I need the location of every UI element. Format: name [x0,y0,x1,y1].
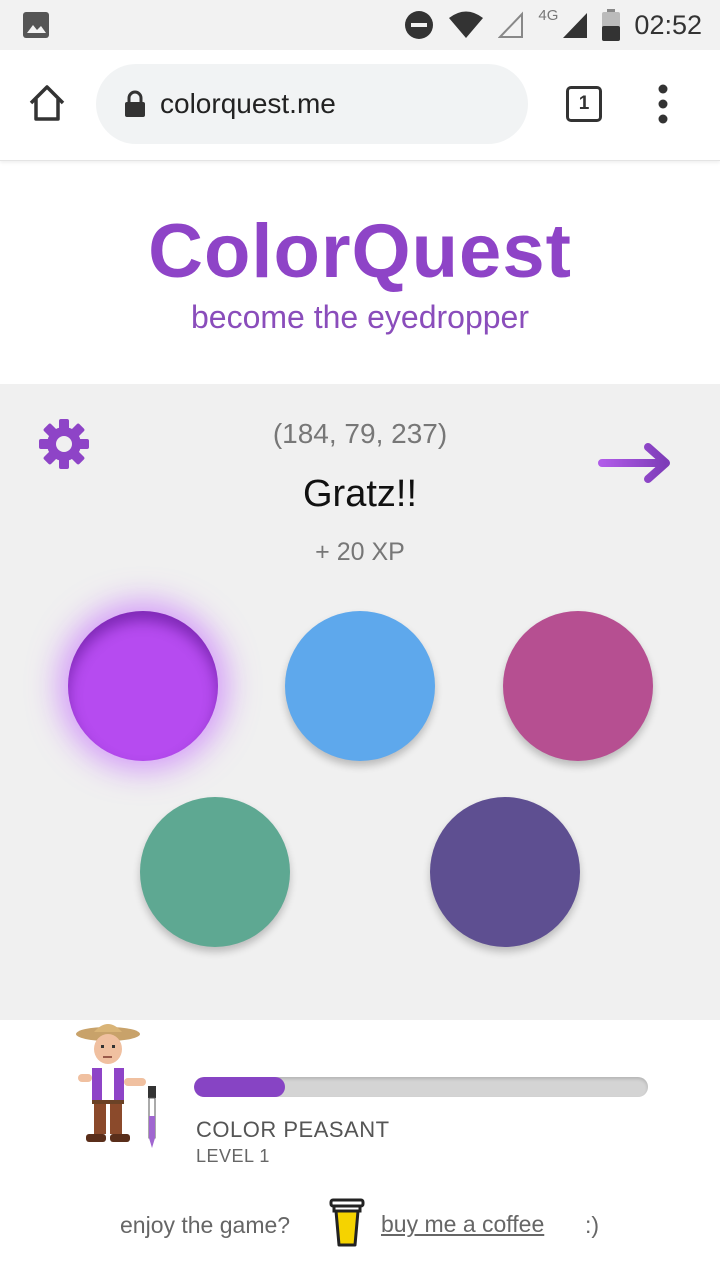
footer-smile: :) [585,1212,600,1238]
player-avatar [76,1024,156,1148]
color-option-5[interactable] [430,797,580,947]
color-option-3[interactable] [503,611,653,761]
clock: 02:52 [634,9,702,40]
xp-progress-fill [194,1077,285,1097]
game-panel: (184, 79, 237) Gratz!! + 20 XP [0,384,720,1020]
page-subtitle: become the eyedropper [191,299,529,335]
lock-icon [125,90,145,117]
address-bar[interactable]: colorquest.me [96,64,528,144]
kebab-menu-icon[interactable] [654,84,672,124]
xp-gain: + 20 XP [315,538,405,566]
player-rank: COLOR PEASANT [196,1117,390,1142]
coffee-cup-icon[interactable] [328,1196,366,1248]
footer: enjoy the game? buy me a coffee :) [0,1196,720,1252]
player-level: LEVEL 1 [196,1146,270,1166]
wifi-icon [449,11,484,38]
home-icon[interactable] [26,82,68,124]
browser-toolbar: colorquest.me 1 [0,50,720,161]
signal-icon [563,13,588,38]
buy-me-a-coffee-link[interactable]: buy me a coffee [381,1211,544,1238]
footer-text: enjoy the game? [120,1212,291,1238]
url-text: colorquest.me [160,88,336,119]
xp-progress-bar [194,1077,648,1097]
tab-switcher-button[interactable]: 1 [566,86,602,122]
dnd-icon [405,11,434,39]
page-title: ColorQuest [148,209,572,294]
color-option-1[interactable] [68,611,218,761]
status-bar: 4G 02:52 [0,0,720,50]
color-option-2[interactable] [285,611,435,761]
arrow-right-icon[interactable] [598,440,674,486]
image-icon [23,12,49,38]
battery-icon [602,9,621,41]
signal-outline-icon [498,11,524,38]
color-option-4[interactable] [140,797,290,947]
network-type: 4G [538,6,559,24]
